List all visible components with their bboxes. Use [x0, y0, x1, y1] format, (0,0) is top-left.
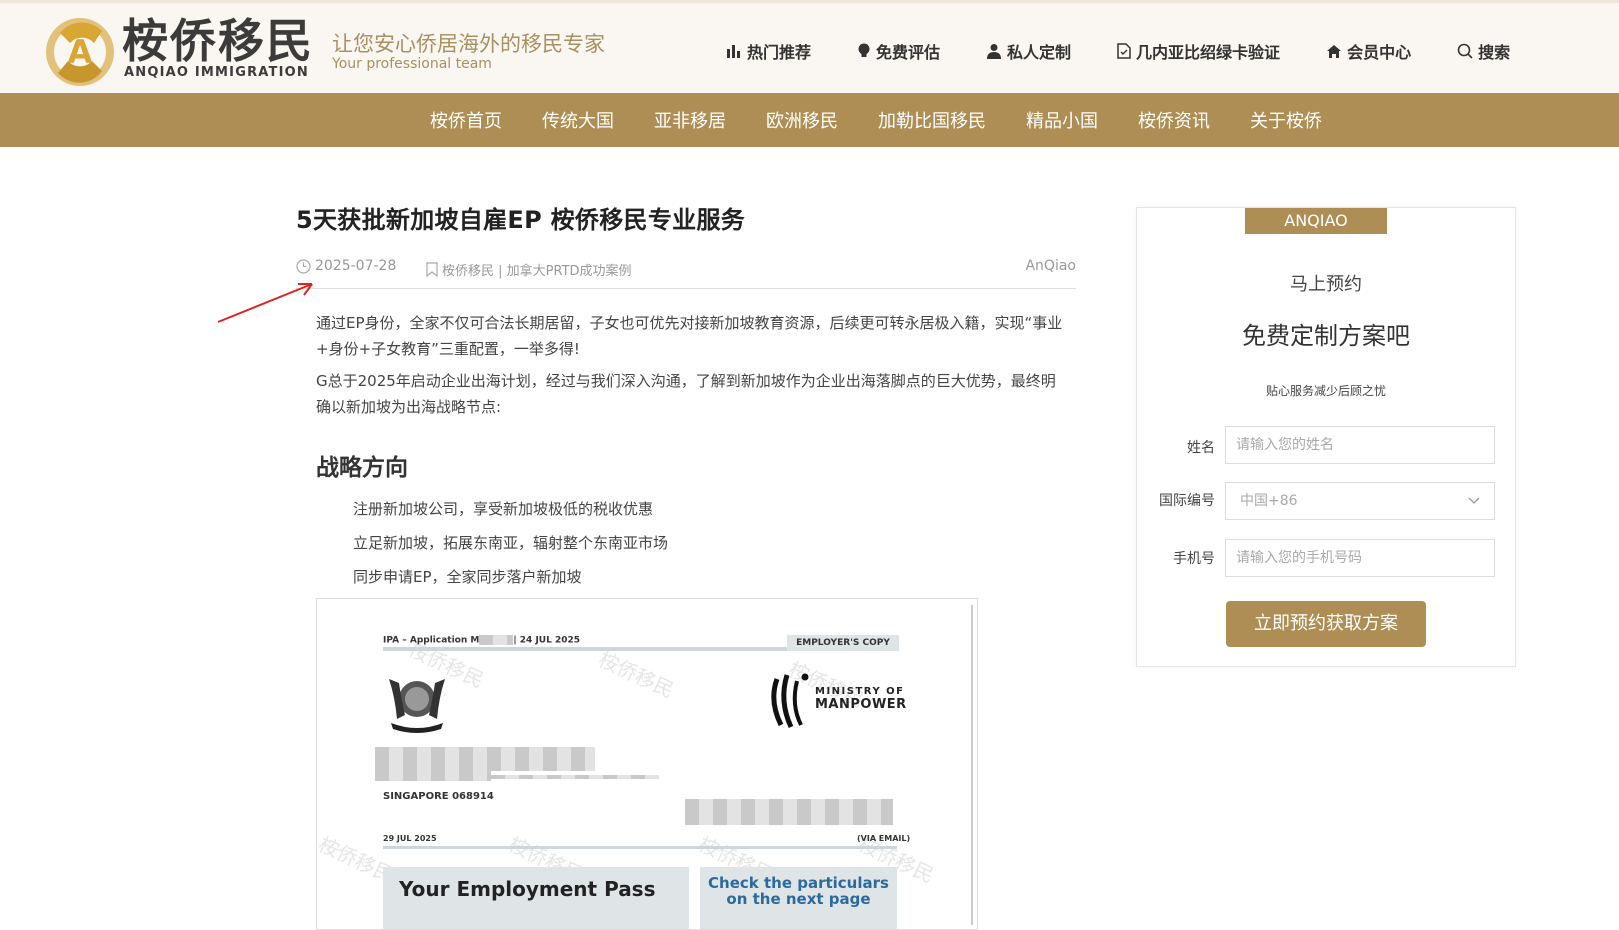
watermark: 桉侨移民	[595, 647, 678, 703]
anqiao-logo-icon[interactable]: A	[40, 13, 120, 91]
top-nav-member[interactable]: 会员中心	[1326, 39, 1411, 63]
user-icon	[987, 44, 1002, 59]
form-tagline: 贴心服务减少后顾之忧	[1265, 384, 1386, 398]
ipa-date: | 24 JUL 2025	[513, 635, 581, 646]
country-code-label: 国际编号	[1159, 493, 1215, 509]
your-ep-heading: Your Employment Pass	[383, 867, 689, 929]
nav-home[interactable]: 桉侨首页	[430, 107, 502, 133]
document-edge	[971, 605, 973, 925]
top-nav-label: 会员中心	[1347, 43, 1412, 62]
main-nav: 桉侨首页 传统大国 亚非移居 欧洲移民 加勒比国移民 精品小国 桉侨资讯 关于桉…	[0, 93, 1619, 147]
article-meta: 2025-07-28 桉侨移民 | 加拿大PRTD成功案例 AnQiao	[296, 258, 1076, 289]
nav-asia-africa[interactable]: 亚非移居	[654, 107, 726, 133]
ministry-text: MINISTRY OF MANPOWER	[815, 685, 907, 711]
bookmark-icon	[426, 262, 438, 277]
top-nav-hot[interactable]: 热门推荐	[726, 39, 811, 63]
list-item: 同步申请EP，全家同步落户新加坡	[353, 568, 582, 586]
top-nav-verify[interactable]: 几内亚比绍绿卡验证	[1117, 39, 1280, 63]
bar-chart-icon	[727, 45, 740, 58]
manpower-text: MANPOWER	[815, 697, 907, 712]
top-nav: 热门推荐 免费评估 私人定制 几内亚比绍绿卡验证 会员中心 搜索	[726, 39, 1556, 63]
annotation-arrow-icon	[217, 283, 313, 323]
top-nav-label: 几内亚比绍绿卡验证	[1136, 43, 1281, 62]
form-headline: 免费定制方案吧	[1242, 322, 1410, 350]
blurred-address	[491, 775, 659, 779]
document-icon	[1117, 43, 1131, 59]
article-date: 2025-07-28	[296, 258, 396, 274]
top-nav-label: 热门推荐	[747, 43, 812, 62]
top-nav-label: 搜索	[1478, 43, 1511, 62]
svg-text:A: A	[68, 33, 93, 71]
employers-copy-label: EMPLOYER'S COPY	[787, 635, 899, 651]
article-author: AnQiao	[1025, 258, 1076, 274]
ipa-label: IPA – Application M	[383, 635, 480, 646]
blurred-number	[479, 635, 514, 645]
chevron-down-icon	[1468, 497, 1480, 504]
top-header: A 桉侨移民 ANQIAO IMMIGRATION 让您安心侨居海外的移民专家 …	[0, 0, 1619, 93]
category-text: 桉侨移民 | 加拿大PRTD成功案例	[442, 264, 632, 279]
check-particulars: Check the particulars on the next page	[700, 867, 897, 929]
ep-document-image: 桉侨移民 桉侨移民 桉侨移民 桉侨移民 桉侨移民 桉侨移民 桉侨移民 IPA –…	[316, 598, 978, 930]
via-email: (VIA EMAIL)	[857, 834, 911, 843]
article-paragraph-1: 通过EP身份，全家不仅可合法长期居留，子女也可优先对接新加坡教育资源，后续更可转…	[316, 314, 1063, 358]
nav-caribbean[interactable]: 加勒比国移民	[878, 107, 986, 133]
document-date: 29 JUL 2025	[383, 834, 437, 843]
nav-small-countries[interactable]: 精品小国	[1026, 107, 1098, 133]
mom-logo-icon	[771, 673, 809, 729]
divider	[383, 846, 897, 849]
brand-name-en: ANQIAO IMMIGRATION	[124, 65, 309, 80]
country-code-select[interactable]: 中国+86	[1225, 482, 1495, 520]
search-icon	[1457, 43, 1473, 59]
nav-about[interactable]: 关于桉侨	[1250, 107, 1322, 133]
blurred-address	[375, 767, 491, 781]
submit-button[interactable]: 立即预约获取方案	[1226, 601, 1426, 647]
nav-news[interactable]: 桉侨资讯	[1138, 107, 1210, 133]
singapore-crest-icon	[389, 679, 445, 733]
strategy-list: 注册新加坡公司，享受新加坡极低的税收优惠 立足新加坡，拓展东南亚，辐射整个东南亚…	[353, 492, 668, 594]
ipa-line: IPA – Application M | 24 JUL 2025	[383, 635, 580, 646]
form-badge: ANQIAO	[1245, 208, 1387, 234]
list-item: 立足新加坡，拓展东南亚，辐射整个东南亚市场	[353, 534, 669, 552]
top-nav-evaluate[interactable]: 免费评估	[857, 39, 940, 63]
top-nav-label: 免费评估	[876, 43, 941, 62]
nav-traditional[interactable]: 传统大国	[542, 107, 614, 133]
article-title: 5天获批新加坡自雇EP 桉侨移民专业服务	[296, 206, 746, 234]
home-icon	[1327, 44, 1342, 58]
brand-name-cn: 桉侨移民	[122, 14, 314, 68]
name-input[interactable]	[1225, 426, 1495, 464]
name-label: 姓名	[1187, 440, 1215, 456]
clock-icon	[296, 258, 311, 274]
form-subtitle: 马上预约	[1290, 274, 1362, 295]
appointment-form: ANQIAO 马上预约 免费定制方案吧 贴心服务减少后顾之忧 姓名 国际编号 中…	[1136, 207, 1516, 667]
date-text: 2025-07-28	[315, 258, 397, 274]
top-nav-custom[interactable]: 私人定制	[986, 39, 1071, 63]
top-nav-search[interactable]: 搜索	[1457, 39, 1510, 63]
slogan-en: Your professional team	[332, 56, 492, 72]
phone-label: 手机号	[1173, 551, 1215, 567]
section-title: 战略方向	[316, 455, 408, 481]
address-singapore: SINGAPORE 068914	[383, 791, 494, 802]
nav-europe[interactable]: 欧洲移民	[766, 107, 838, 133]
article-paragraph-2: G总于2025年启动企业出海计划，经过与我们深入沟通，了解到新加坡作为企业出海落…	[316, 372, 1056, 416]
list-item: 注册新加坡公司，享受新加坡极低的税收优惠	[353, 500, 654, 518]
top-nav-label: 私人定制	[1007, 43, 1072, 62]
article-category[interactable]: 桉侨移民 | 加拿大PRTD成功案例	[426, 260, 632, 279]
country-code-value: 中国+86	[1240, 493, 1298, 509]
article: 5天获批新加坡自雇EP 桉侨移民专业服务 2025-07-28 桉侨移民 | 加…	[296, 200, 1076, 930]
phone-input[interactable]	[1225, 539, 1495, 577]
blurred-recipient	[685, 799, 893, 825]
slogan-cn: 让您安心侨居海外的移民专家	[332, 32, 605, 56]
lightbulb-icon	[858, 43, 870, 57]
